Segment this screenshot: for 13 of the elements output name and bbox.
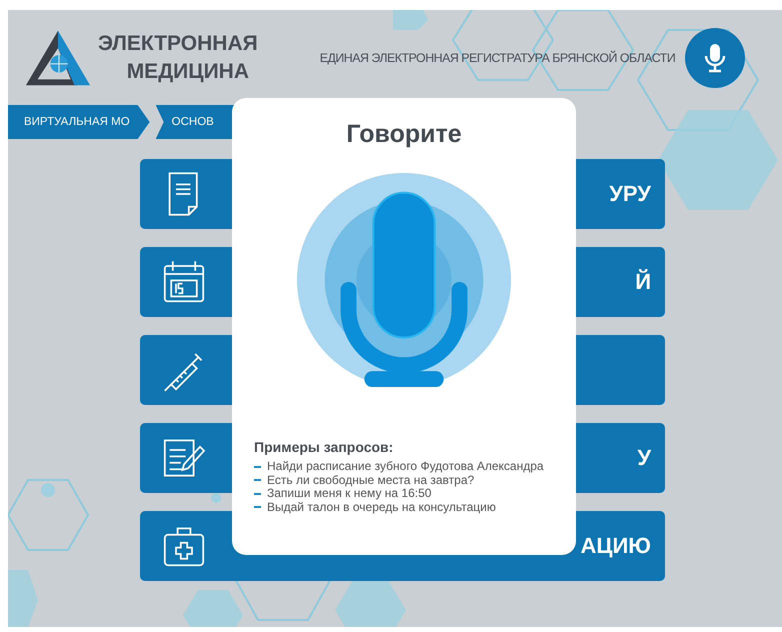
site-tagline: ЕДИНАЯ ЭЛЕКТРОННАЯ РЕГИСТРАТУРА БРЯНСКОЙ ОБЛАСТИ	[320, 50, 676, 64]
example-query: Запиши меня к нему на 16:50	[267, 487, 432, 500]
menu-button-label: У	[637, 445, 651, 471]
menu-button-label: АЦИЮ	[580, 533, 651, 559]
logo-text: ЭЛЕКТРОННАЯ	[98, 30, 258, 56]
example-query: Есть ли свободные места на завтра?	[267, 474, 474, 487]
logo-text: МЕДИЦИНА	[126, 58, 250, 84]
example-query: Выдай талон в очередь на консультацию	[267, 500, 496, 514]
examples-heading: Примеры запросов:	[254, 439, 394, 455]
example-query: Найди расписание зубного Фудотова Александра	[267, 460, 544, 474]
menu-button-label: Й	[635, 269, 651, 295]
dialog-title: Говорите	[346, 120, 462, 149]
menu-button-label: УРУ	[609, 181, 651, 207]
